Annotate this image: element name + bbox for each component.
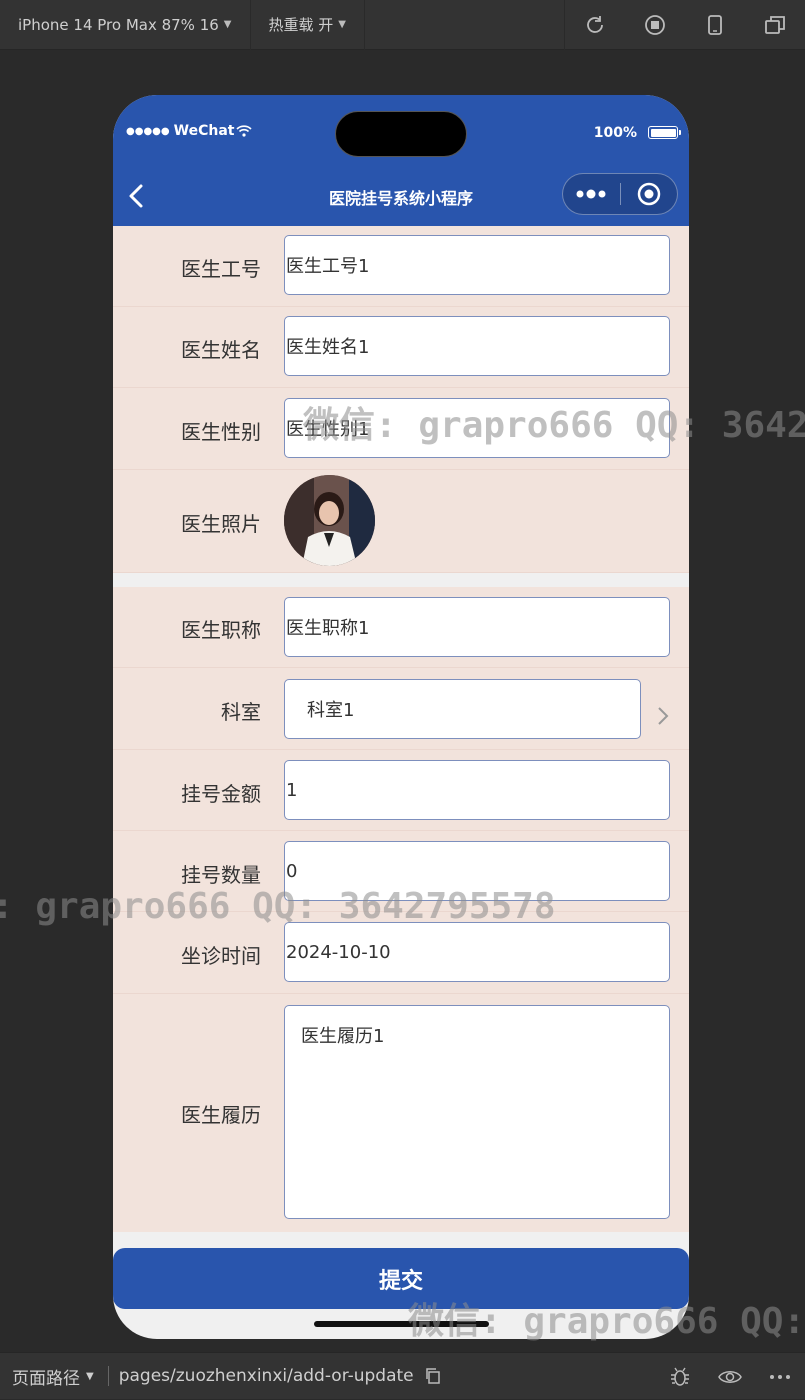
doctor-title-label: 医生职称 <box>181 618 261 642</box>
capsule-menu <box>562 173 678 215</box>
fee-label: 挂号金额 <box>181 782 261 806</box>
clinic-time-picker[interactable]: 2024-10-10 <box>284 922 670 982</box>
devtools-toolbar: iPhone 14 Pro Max 87% 16 ▼ 热重载 开 ▼ <box>0 0 805 50</box>
target-icon <box>637 182 660 206</box>
carrier: ●●●●● WeChat <box>126 123 253 139</box>
section-divider <box>113 573 689 587</box>
caret-down-icon: ▼ <box>223 19 232 30</box>
device-label: iPhone 14 Pro Max 87% 16 <box>18 15 219 34</box>
app-header: ●●●●● WeChat 100% 医院挂号系统小程序 <box>113 95 689 226</box>
navigation-bar: 医院挂号系统小程序 <box>113 167 689 226</box>
form-row-resume: 医生履历 医生履历1 <box>113 994 689 1232</box>
signal-icon: ●●●●● <box>126 125 170 137</box>
page-path-label: 页面路径 <box>12 1368 80 1389</box>
stop-icon[interactable] <box>625 0 685 50</box>
devtools-status-bar: 页面路径 ▼ pages/zuozhenxinxi/add-or-update <box>0 1352 805 1399</box>
status-bar-actions <box>655 1353 805 1400</box>
resume-label: 医生履历 <box>181 1103 261 1127</box>
close-miniprogram-button[interactable] <box>620 173 677 215</box>
form-row-clinic-time: 坐诊时间 2024-10-10 <box>113 912 689 994</box>
carrier-label: WeChat <box>173 123 235 139</box>
battery-icon <box>648 126 681 139</box>
dynamic-island <box>335 111 467 157</box>
refresh-icon[interactable] <box>565 0 625 50</box>
form-row-doctor-photo: 医生照片 <box>113 470 689 573</box>
doctor-gender-input[interactable]: 医生性别1 <box>284 398 670 458</box>
phone-icon[interactable] <box>685 0 745 50</box>
clinic-time-label: 坐诊时间 <box>181 944 261 968</box>
eye-icon[interactable] <box>705 1353 755 1400</box>
page-path-value: pages/zuozhenxinxi/add-or-update <box>118 1366 414 1386</box>
fee-input[interactable]: 1 <box>284 760 670 820</box>
phone-simulator: ●●●●● WeChat 100% 医院挂号系统小程序 医生工号 医生工号1 医… <box>113 95 689 1339</box>
doctor-gender-label: 医生性别 <box>181 420 261 444</box>
quota-label: 挂号数量 <box>181 863 261 887</box>
caret-down-icon: ▼ <box>338 19 346 30</box>
form-row-department: 科室 科室1 <box>113 668 689 750</box>
home-indicator <box>314 1321 489 1327</box>
page-path-selector[interactable]: 页面路径 ▼ <box>0 1364 94 1389</box>
copy-icon[interactable] <box>424 1367 442 1385</box>
doctor-id-label: 医生工号 <box>181 257 261 281</box>
doctor-id-input[interactable]: 医生工号1 <box>284 235 670 295</box>
device-selector[interactable]: iPhone 14 Pro Max 87% 16 ▼ <box>0 0 251 50</box>
department-select[interactable]: 科室1 <box>284 679 641 739</box>
resume-textarea[interactable]: 医生履历1 <box>284 1005 670 1219</box>
doctor-photo-label: 医生照片 <box>181 512 261 536</box>
form-row-quota: 挂号数量 0 <box>113 831 689 912</box>
hot-reload-label: 热重载 开 <box>268 16 334 34</box>
status-bar: ●●●●● WeChat 100% <box>113 95 689 167</box>
more-dots-icon <box>576 189 606 199</box>
doctor-name-label: 医生姓名 <box>181 338 261 362</box>
bug-icon[interactable] <box>655 1353 705 1400</box>
chevron-right-icon[interactable] <box>653 704 673 728</box>
department-label: 科室 <box>221 700 261 724</box>
doctor-title-input[interactable]: 医生职称1 <box>284 597 670 657</box>
doctor-photo-avatar[interactable] <box>284 475 375 566</box>
form-row-fee: 挂号金额 1 <box>113 750 689 831</box>
quota-input[interactable]: 0 <box>284 841 670 901</box>
submit-button[interactable]: 提交 <box>113 1248 689 1309</box>
form-row-doctor-name: 医生姓名 医生姓名1 <box>113 307 689 388</box>
hot-reload-toggle[interactable]: 热重载 开 ▼ <box>251 0 365 50</box>
battery-label: 100% <box>593 125 637 141</box>
wifi-icon <box>236 125 253 137</box>
toolbar-actions <box>564 0 805 50</box>
form-row-doctor-title: 医生职称 医生职称1 <box>113 587 689 668</box>
doctor-name-input[interactable]: 医生姓名1 <box>284 316 670 376</box>
form-row-doctor-id: 医生工号 医生工号1 <box>113 226 689 307</box>
window-icon[interactable] <box>745 0 805 50</box>
caret-down-icon: ▼ <box>86 1370 94 1382</box>
form-row-doctor-gender: 医生性别 医生性别1 <box>113 388 689 470</box>
more-icon[interactable] <box>755 1353 805 1400</box>
more-button[interactable] <box>563 173 620 215</box>
